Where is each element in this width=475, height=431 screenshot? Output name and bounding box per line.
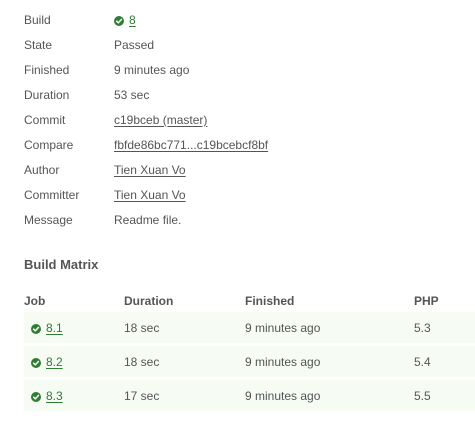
summary-row-committer: Committer Tien Xuan Vo bbox=[24, 182, 464, 207]
finished-label: Finished bbox=[24, 62, 70, 77]
summary-row-build: Build 8 bbox=[24, 7, 464, 32]
commit-link[interactable]: c19bceb (master) bbox=[114, 113, 207, 127]
php-cell: 5.4 bbox=[414, 354, 431, 369]
header-php: PHP bbox=[414, 294, 439, 308]
header-job: Job bbox=[24, 294, 46, 308]
finished-cell: 9 minutes ago bbox=[245, 320, 321, 335]
message-value: Readme file. bbox=[114, 212, 182, 227]
job-link[interactable]: 8.2 bbox=[46, 355, 63, 369]
table-row[interactable]: 8.3 17 sec 9 minutes ago 5.5 bbox=[24, 380, 475, 411]
compare-link[interactable]: fbfde86bc771...c19bcebcf8bf bbox=[114, 138, 268, 152]
job-link[interactable]: 8.3 bbox=[46, 389, 63, 403]
build-number-link[interactable]: 8 bbox=[129, 13, 136, 27]
duration-cell: 18 sec bbox=[124, 320, 160, 335]
summary-row-compare: Compare fbfde86bc771...c19bcebcf8bf bbox=[24, 132, 464, 157]
finished-cell: 9 minutes ago bbox=[245, 354, 321, 369]
table-row[interactable]: 8.1 18 sec 9 minutes ago 5.3 bbox=[24, 312, 475, 343]
duration-label: Duration bbox=[24, 87, 70, 102]
check-circle-icon bbox=[114, 15, 124, 26]
header-duration: Duration bbox=[124, 294, 174, 308]
build-matrix-title: Build Matrix bbox=[24, 257, 99, 272]
summary-row-commit: Commit c19bceb (master) bbox=[24, 107, 464, 132]
author-label: Author bbox=[24, 162, 60, 177]
matrix-header-row: Job Duration Finished PHP bbox=[24, 290, 475, 312]
header-finished: Finished bbox=[245, 294, 295, 308]
job-cell: 8.3 bbox=[24, 389, 124, 403]
summary-row-duration: Duration 53 sec bbox=[24, 82, 464, 107]
message-label: Message bbox=[24, 212, 73, 227]
commit-label: Commit bbox=[24, 112, 66, 127]
job-cell: 8.2 bbox=[24, 355, 124, 369]
build-label: Build bbox=[24, 12, 51, 27]
summary-row-message: Message Readme file. bbox=[24, 207, 464, 232]
summary-row-state: State Passed bbox=[24, 32, 464, 57]
compare-label: Compare bbox=[24, 137, 74, 152]
build-details-panel: Build 8 State Passed Finished 9 minutes … bbox=[0, 0, 475, 431]
table-row[interactable]: 8.2 18 sec 9 minutes ago 5.4 bbox=[24, 346, 475, 377]
php-cell: 5.3 bbox=[414, 320, 431, 335]
build-summary: Build 8 State Passed Finished 9 minutes … bbox=[24, 7, 464, 232]
job-link[interactable]: 8.1 bbox=[46, 321, 63, 335]
duration-cell: 17 sec bbox=[124, 388, 160, 403]
php-cell: 5.5 bbox=[414, 388, 431, 403]
job-cell: 8.1 bbox=[24, 321, 124, 335]
duration-value: 53 sec bbox=[114, 87, 150, 102]
committer-link[interactable]: Tien Xuan Vo bbox=[114, 188, 186, 202]
build-matrix-table: Job Duration Finished PHP 8.1 18 sec 9 m… bbox=[24, 290, 475, 414]
finished-cell: 9 minutes ago bbox=[245, 388, 321, 403]
committer-label: Committer bbox=[24, 187, 80, 202]
summary-row-finished: Finished 9 minutes ago bbox=[24, 57, 464, 82]
finished-value: 9 minutes ago bbox=[114, 62, 190, 77]
check-circle-icon bbox=[31, 391, 41, 402]
author-link[interactable]: Tien Xuan Vo bbox=[114, 163, 186, 177]
state-value: Passed bbox=[114, 37, 155, 52]
check-circle-icon bbox=[31, 357, 41, 368]
summary-row-author: Author Tien Xuan Vo bbox=[24, 157, 464, 182]
build-value: 8 bbox=[114, 13, 136, 27]
duration-cell: 18 sec bbox=[124, 354, 160, 369]
state-label: State bbox=[24, 37, 53, 52]
check-circle-icon bbox=[31, 323, 41, 334]
